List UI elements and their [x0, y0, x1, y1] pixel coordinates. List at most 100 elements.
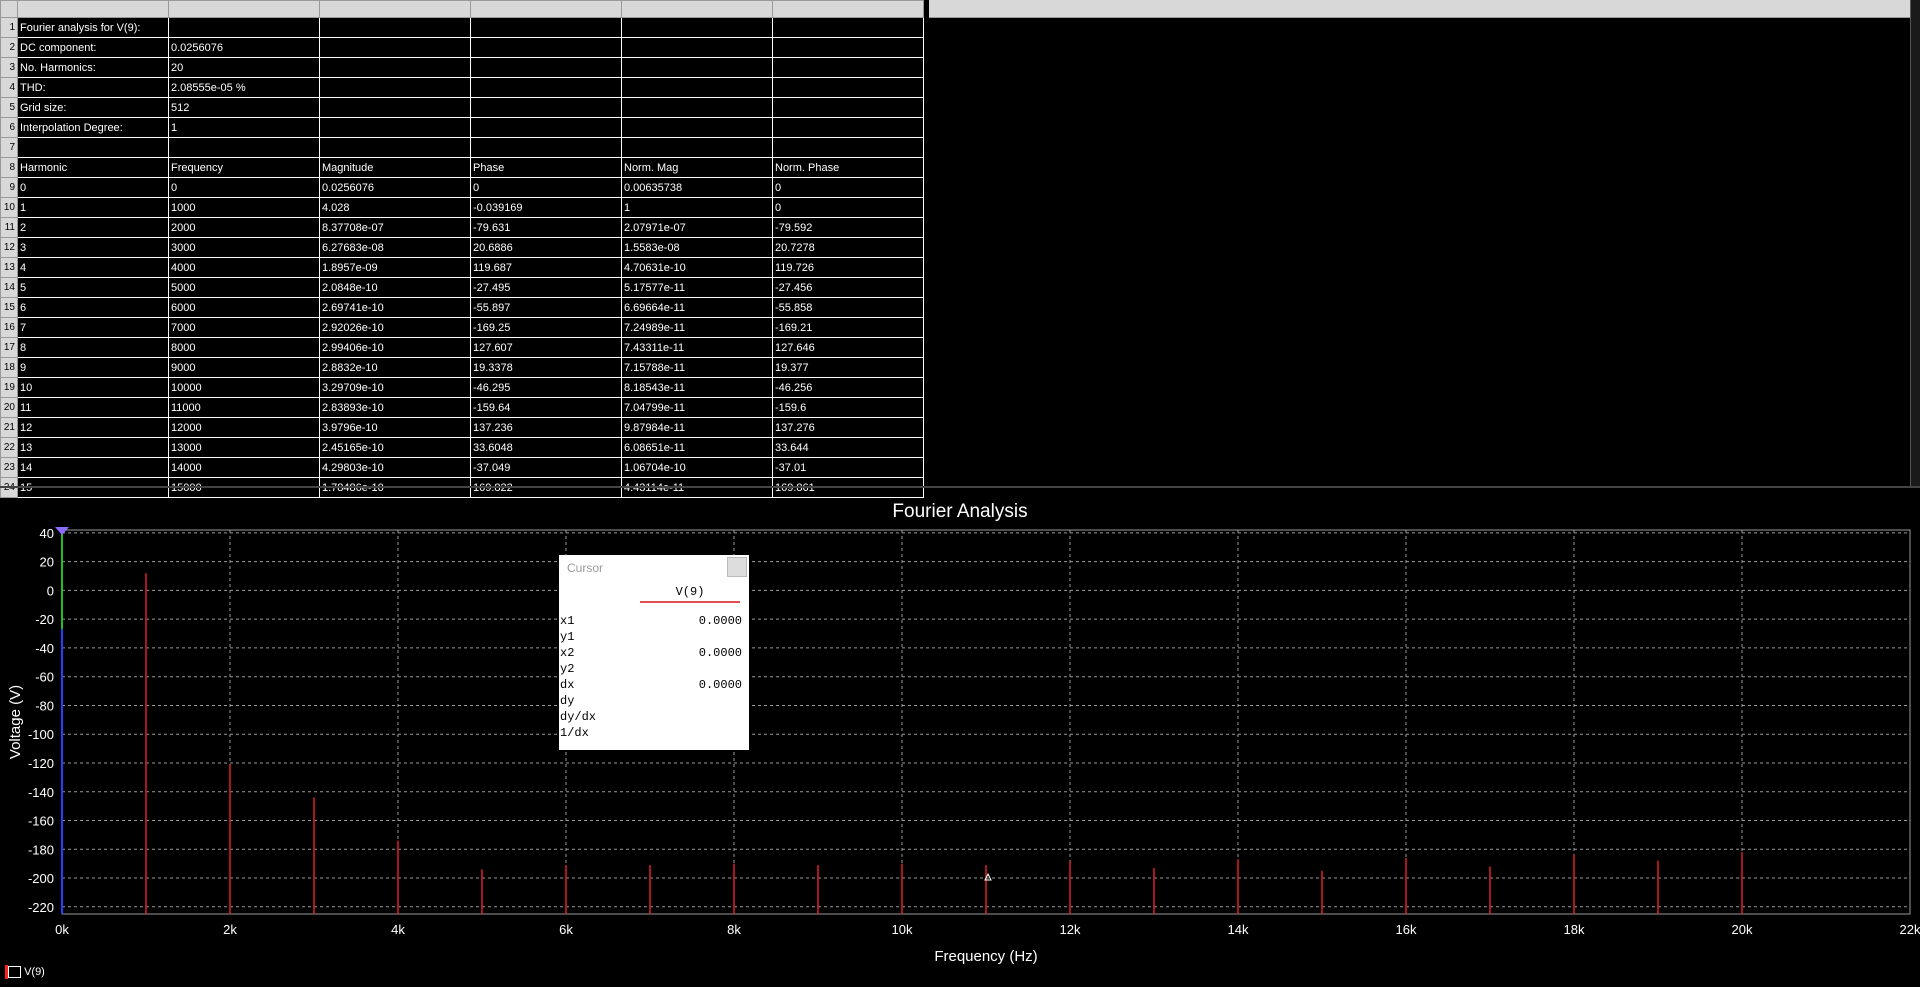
- table-cell[interactable]: 4000: [168, 257, 320, 278]
- table-cell[interactable]: 6.27683e-08: [319, 237, 471, 258]
- table-cell[interactable]: 9: [17, 357, 169, 378]
- table-cell[interactable]: 14: [17, 457, 169, 478]
- table-cell[interactable]: [772, 37, 924, 58]
- table-cell[interactable]: 137.276: [772, 417, 924, 438]
- table-cell[interactable]: 3.9796e-10: [319, 417, 471, 438]
- table-cell[interactable]: Norm. Phase: [772, 157, 924, 178]
- table-cell[interactable]: [470, 117, 622, 138]
- table-cell[interactable]: [319, 37, 471, 58]
- cursor-panel[interactable]: Cursor V(9) x1 0.0000 y1 x2 0.0000 y2 dx 0.0000…: [559, 555, 749, 750]
- table-cell[interactable]: -37.049: [470, 457, 622, 478]
- table-cell[interactable]: -46.256: [772, 377, 924, 398]
- table-cell[interactable]: 5.17577e-11: [621, 277, 773, 298]
- table-cell[interactable]: 1.8957e-09: [319, 257, 471, 278]
- table-cell[interactable]: [621, 77, 773, 98]
- table-cell[interactable]: [772, 17, 924, 38]
- table-cell[interactable]: 4.028: [319, 197, 471, 218]
- spreadsheet-vertical-scrollbar[interactable]: [1910, 0, 1920, 486]
- row-number[interactable]: 2: [0, 37, 18, 58]
- table-cell[interactable]: 512: [168, 97, 320, 118]
- table-cell[interactable]: 2.08555e-05 %: [168, 77, 320, 98]
- table-cell[interactable]: 11000: [168, 397, 320, 418]
- table-cell[interactable]: Fourier analysis for V(9):: [17, 17, 169, 38]
- table-cell[interactable]: 1000: [168, 197, 320, 218]
- table-cell[interactable]: [470, 37, 622, 58]
- table-cell[interactable]: 0: [470, 177, 622, 198]
- table-cell[interactable]: [470, 77, 622, 98]
- table-cell[interactable]: -37.01: [772, 457, 924, 478]
- table-cell[interactable]: 7.24989e-11: [621, 317, 773, 338]
- table-cell[interactable]: [621, 17, 773, 38]
- row-number[interactable]: 18: [0, 357, 18, 378]
- table-cell[interactable]: 6.69664e-11: [621, 297, 773, 318]
- table-cell[interactable]: -159.64: [470, 397, 622, 418]
- table-cell[interactable]: 0.0256076: [319, 177, 471, 198]
- table-cell[interactable]: 10: [17, 377, 169, 398]
- column-header-cell[interactable]: [319, 0, 471, 18]
- table-cell[interactable]: 3: [17, 237, 169, 258]
- table-cell[interactable]: 3.29709e-10: [319, 377, 471, 398]
- table-cell[interactable]: [772, 57, 924, 78]
- table-cell[interactable]: Magnitude: [319, 157, 471, 178]
- table-cell[interactable]: 7000: [168, 317, 320, 338]
- table-cell[interactable]: 19.3378: [470, 357, 622, 378]
- table-cell[interactable]: -79.631: [470, 217, 622, 238]
- table-cell[interactable]: [772, 137, 924, 158]
- table-cell[interactable]: [168, 17, 320, 38]
- table-cell[interactable]: 0: [772, 197, 924, 218]
- table-cell[interactable]: 33.644: [772, 437, 924, 458]
- table-cell[interactable]: 1.5583e-08: [621, 237, 773, 258]
- table-cell[interactable]: No. Harmonics:: [17, 57, 169, 78]
- table-cell[interactable]: Phase: [470, 157, 622, 178]
- table-cell[interactable]: -46.295: [470, 377, 622, 398]
- table-cell[interactable]: 8.18543e-11: [621, 377, 773, 398]
- table-cell[interactable]: 5: [17, 277, 169, 298]
- table-cell[interactable]: -55.897: [470, 297, 622, 318]
- table-cell[interactable]: 6000: [168, 297, 320, 318]
- table-cell[interactable]: 11: [17, 397, 169, 418]
- table-cell[interactable]: [470, 137, 622, 158]
- table-cell[interactable]: 7.43311e-11: [621, 337, 773, 358]
- row-number[interactable]: 19: [0, 377, 18, 398]
- table-cell[interactable]: [772, 117, 924, 138]
- table-cell[interactable]: 8: [17, 337, 169, 358]
- table-cell[interactable]: 4: [17, 257, 169, 278]
- table-cell[interactable]: 2.45165e-10: [319, 437, 471, 458]
- table-cell[interactable]: 0: [772, 177, 924, 198]
- table-cell[interactable]: Harmonic: [17, 157, 169, 178]
- table-cell[interactable]: 127.646: [772, 337, 924, 358]
- table-cell[interactable]: 2.99406e-10: [319, 337, 471, 358]
- row-number[interactable]: 16: [0, 317, 18, 338]
- table-cell[interactable]: [319, 117, 471, 138]
- table-cell[interactable]: 14000: [168, 457, 320, 478]
- table-cell[interactable]: [621, 117, 773, 138]
- row-number[interactable]: 9: [0, 177, 18, 198]
- table-cell[interactable]: 2.92026e-10: [319, 317, 471, 338]
- table-cell[interactable]: 12000: [168, 417, 320, 438]
- cursor-marker-icon[interactable]: [55, 527, 69, 535]
- row-number[interactable]: 17: [0, 337, 18, 358]
- table-cell[interactable]: 3000: [168, 237, 320, 258]
- table-cell[interactable]: 137.236: [470, 417, 622, 438]
- table-cell[interactable]: 8.37708e-07: [319, 217, 471, 238]
- table-cell[interactable]: 5000: [168, 277, 320, 298]
- table-cell[interactable]: -169.25: [470, 317, 622, 338]
- table-cell[interactable]: [621, 37, 773, 58]
- column-header-cell[interactable]: [0, 0, 18, 18]
- close-icon[interactable]: [727, 557, 747, 577]
- row-number[interactable]: 21: [0, 417, 18, 438]
- table-cell[interactable]: -169.21: [772, 317, 924, 338]
- row-number[interactable]: 3: [0, 57, 18, 78]
- table-cell[interactable]: 119.687: [470, 257, 622, 278]
- fourier-chart[interactable]: Fourier Analysis 0k 2k 4k 6k 8k 10k 12k 14k 16k 18…: [0, 488, 1920, 982]
- table-cell[interactable]: 12: [17, 417, 169, 438]
- table-cell[interactable]: -79.592: [772, 217, 924, 238]
- row-number[interactable]: 20: [0, 397, 18, 418]
- table-cell[interactable]: 7.04799e-11: [621, 397, 773, 418]
- column-header-cell[interactable]: [621, 0, 773, 18]
- table-cell[interactable]: THD:: [17, 77, 169, 98]
- table-cell[interactable]: Frequency: [168, 157, 320, 178]
- table-cell[interactable]: -159.6: [772, 397, 924, 418]
- row-number[interactable]: 11: [0, 217, 18, 238]
- row-number[interactable]: 12: [0, 237, 18, 258]
